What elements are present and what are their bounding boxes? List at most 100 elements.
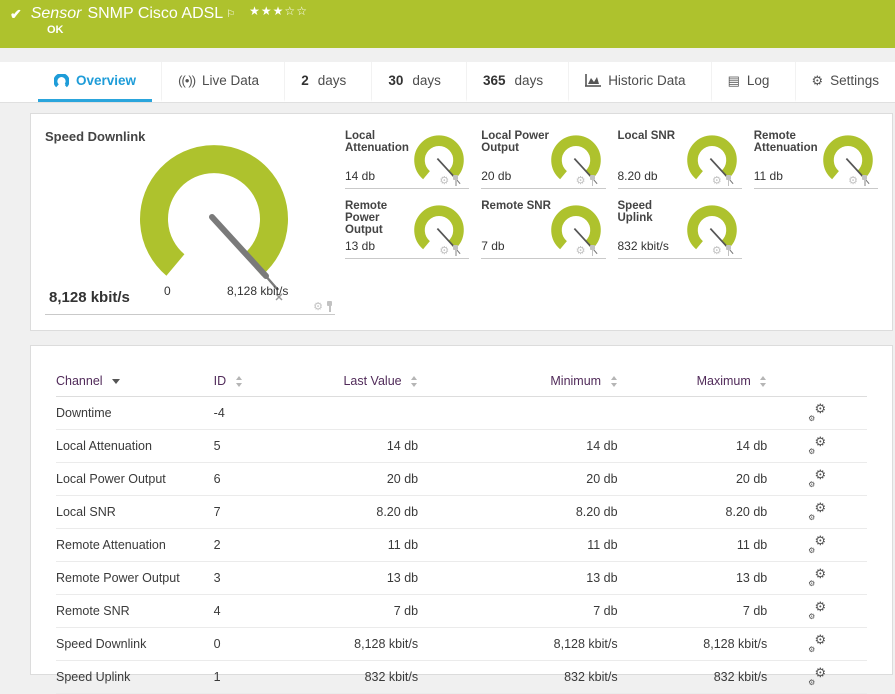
tab-label: Historic Data bbox=[608, 73, 686, 88]
tab-2-days[interactable]: 2 days bbox=[284, 62, 362, 102]
gear-icon[interactable]: ⚙ bbox=[439, 244, 449, 257]
gauge-value: 20 db bbox=[481, 169, 512, 183]
tab-live-data[interactable]: ((•)) Live Data bbox=[161, 62, 275, 102]
channel-gauge-remote-attenuation: Remote Attenuation 11 db ⚙ bbox=[753, 127, 878, 189]
gauge-value: 11 db bbox=[753, 169, 783, 183]
gauge-value: 13 db bbox=[345, 239, 376, 253]
channel-settings-icon[interactable]: ⚙ ⚙ bbox=[808, 664, 827, 687]
priority-flag-icon[interactable]: ⚐ bbox=[226, 9, 235, 20]
channel-id: 6 bbox=[213, 462, 309, 496]
maximum-value: 20 db bbox=[617, 462, 768, 496]
channel-settings-icon[interactable]: ⚙ ⚙ bbox=[808, 598, 827, 621]
pin-icon[interactable] bbox=[589, 244, 596, 257]
sensor-type-label: Sensor bbox=[30, 5, 82, 22]
column-label: Maximum bbox=[696, 374, 751, 388]
gear-icon: ⚙ bbox=[808, 446, 816, 456]
channel-settings-icon[interactable]: ⚙ ⚙ bbox=[808, 532, 827, 555]
channel-settings-icon[interactable]: ⚙ ⚙ bbox=[808, 632, 826, 654]
pin-icon[interactable] bbox=[589, 174, 596, 187]
gear-icon[interactable]: ⚙ bbox=[576, 244, 586, 257]
channel-settings-icon[interactable]: ⚙ ⚙ bbox=[808, 500, 826, 522]
maximum-value: 832 kbit/s bbox=[617, 660, 768, 694]
pin-icon[interactable] bbox=[861, 174, 868, 187]
channel-gauge-local-snr: Local SNR 8.20 db ⚙ bbox=[617, 127, 742, 189]
channel-name: Downtime bbox=[56, 396, 214, 430]
column-header-actions bbox=[767, 366, 867, 397]
tab-overview[interactable]: Overview bbox=[38, 62, 153, 102]
minimum-value: 20 db bbox=[418, 462, 618, 496]
pin-icon[interactable] bbox=[725, 174, 732, 187]
column-label: ID bbox=[213, 374, 227, 388]
tab-number: 2 bbox=[301, 73, 309, 88]
tab-log[interactable]: ▤ Log bbox=[710, 62, 786, 102]
gear-icon: ⚙ bbox=[808, 578, 816, 588]
gear-icon: ⚙ bbox=[814, 565, 827, 581]
gear-icon[interactable]: ⚙ bbox=[439, 174, 449, 187]
last-value: 8.20 db bbox=[308, 495, 419, 529]
gear-icon[interactable]: ⚙ bbox=[848, 174, 858, 187]
pin-icon[interactable] bbox=[326, 300, 333, 313]
column-header-channel[interactable]: Channel bbox=[56, 366, 214, 397]
column-header-id[interactable]: ID bbox=[213, 366, 309, 397]
channel-id: 5 bbox=[213, 429, 309, 463]
primary-gauge-value: 8,128 kbit/s bbox=[49, 289, 130, 306]
tab-settings[interactable]: ⚙ Settings bbox=[794, 62, 895, 102]
column-header-last-value[interactable]: Last Value bbox=[308, 366, 419, 397]
tab-historic-data[interactable]: Historic Data bbox=[568, 62, 701, 102]
minimum-value: 13 db bbox=[418, 561, 618, 595]
gear-icon: ⚙ bbox=[814, 532, 827, 548]
gear-icon: ⚙ bbox=[808, 611, 816, 621]
channel-name: Speed Uplink bbox=[56, 660, 214, 694]
gear-icon: ⚙ bbox=[808, 413, 816, 423]
channel-id: 7 bbox=[213, 495, 309, 529]
tab-label: days bbox=[412, 73, 441, 88]
pin-icon[interactable] bbox=[725, 244, 732, 257]
channel-settings-icon[interactable]: ⚙ ⚙ bbox=[808, 565, 827, 588]
tab-30-days[interactable]: 30 days bbox=[371, 62, 457, 102]
gear-icon[interactable]: ⚙ bbox=[576, 174, 586, 187]
tab-label: Log bbox=[746, 73, 770, 88]
gauge-scale-min: 0 bbox=[164, 284, 171, 298]
minimum-value: 8.20 db bbox=[418, 495, 618, 529]
table-row: Local Power Output 6 20 db 20 db 20 db ⚙… bbox=[56, 462, 867, 496]
channel-settings-icon[interactable]: ⚙ ⚙ bbox=[808, 467, 826, 489]
gear-icon[interactable]: ⚙ bbox=[313, 300, 323, 313]
sort-descending-icon bbox=[112, 379, 121, 385]
channel-settings-icon[interactable]: ⚙ ⚙ bbox=[808, 401, 826, 423]
channel-name: Local Attenuation bbox=[56, 429, 214, 463]
channel-gauge-local-attenuation: Local Attenuation 14 db ⚙ bbox=[345, 127, 470, 189]
gear-icon: ⚙ bbox=[814, 664, 827, 680]
channel-id: 4 bbox=[213, 594, 309, 628]
gauge-value: 7 db bbox=[481, 239, 505, 253]
pin-icon[interactable] bbox=[452, 174, 459, 187]
gear-icon: ⚙ bbox=[814, 598, 827, 614]
tab-365-days[interactable]: 365 days bbox=[466, 62, 559, 102]
sort-icon bbox=[610, 376, 618, 388]
tab-number: 365 bbox=[483, 73, 506, 88]
column-header-minimum[interactable]: Minimum bbox=[418, 366, 618, 397]
column-header-maximum[interactable]: Maximum bbox=[617, 366, 768, 397]
star-rating[interactable]: ★★★☆☆ bbox=[249, 4, 308, 18]
channel-name: Speed Downlink bbox=[56, 627, 214, 661]
sort-icon bbox=[411, 376, 418, 388]
broadcast-icon: ((•)) bbox=[178, 73, 196, 88]
gauge-value: 832 kbit/s bbox=[617, 239, 669, 253]
channel-name: Remote Power Output bbox=[56, 561, 214, 595]
minimum-value bbox=[418, 396, 618, 430]
last-value: 13 db bbox=[308, 561, 419, 595]
maximum-value: 13 db bbox=[617, 561, 768, 595]
channel-gauge-local-power-output: Local Power Output 20 db ⚙ bbox=[481, 127, 606, 189]
gear-icon[interactable]: ⚙ bbox=[712, 244, 722, 257]
sort-icon bbox=[235, 376, 243, 388]
maximum-value bbox=[617, 396, 768, 430]
gear-icon: ⚙ bbox=[808, 677, 816, 687]
primary-gauge-title: Speed Downlink bbox=[45, 129, 146, 144]
channel-settings-icon[interactable]: ⚙ ⚙ bbox=[808, 434, 826, 456]
gear-icon[interactable]: ⚙ bbox=[712, 174, 722, 187]
mini-gauge-grid: Local Attenuation 14 db ⚙ Local Power Ou… bbox=[345, 127, 878, 317]
pin-icon[interactable] bbox=[452, 244, 459, 257]
status-badge: OK bbox=[47, 24, 64, 36]
overview-gauges-panel: Speed Downlink 0 8,128 kbit/s 8,128 kbit… bbox=[30, 113, 893, 331]
table-header-row: Channel ID Last Value Minimum Maximum bbox=[56, 366, 867, 397]
channel-name: Remote SNR bbox=[56, 594, 214, 628]
